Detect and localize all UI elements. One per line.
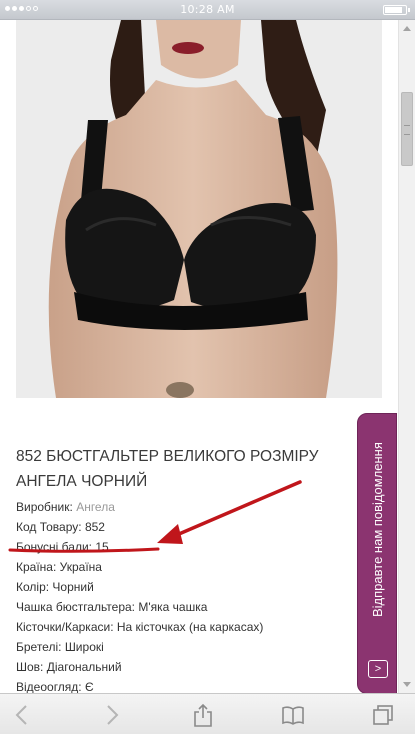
spec-value: Є xyxy=(85,680,94,693)
spec-straps: Бретелі: Широкі xyxy=(16,637,346,657)
product-specs: Виробник: Ангела Код Товару: 852 Бонусні… xyxy=(16,497,346,693)
spec-value: 852 xyxy=(84,520,105,534)
spec-country: Країна: Україна xyxy=(16,557,346,577)
spec-video-review: Відеоогляд: Є xyxy=(16,677,346,693)
vertical-scrollbar[interactable] xyxy=(398,20,415,693)
share-icon[interactable] xyxy=(191,703,215,727)
spec-value: М'яка чашка xyxy=(138,600,208,614)
chevron-right-icon[interactable]: > xyxy=(368,660,388,678)
tabs-icon[interactable] xyxy=(371,703,395,727)
spec-value: Діагональний xyxy=(46,660,122,674)
spec-label: Бретелі: xyxy=(16,640,62,654)
status-bar: 10:28 AM xyxy=(0,0,415,20)
product-photo xyxy=(16,20,382,398)
page-content[interactable]: 852 БЮСТГАЛЬТЕР ВЕЛИКОГО РОЗМІРУ АНГЕЛА … xyxy=(0,20,398,693)
spec-label: Колір: xyxy=(16,580,50,594)
spec-label: Кісточки/Каркаси: xyxy=(16,620,114,634)
spec-value: Україна xyxy=(59,560,102,574)
spec-label: Бонусні бали: xyxy=(16,540,92,554)
back-arrow-icon[interactable] xyxy=(10,703,34,727)
scroll-down-arrow-icon[interactable] xyxy=(403,682,411,687)
product-image[interactable] xyxy=(16,20,382,398)
spec-value: Широкі xyxy=(64,640,104,654)
browser-toolbar xyxy=(0,693,415,734)
spec-label: Відеоогляд: xyxy=(16,680,82,693)
manufacturer-link[interactable]: Ангела xyxy=(76,500,115,514)
spec-label: Код Товару: xyxy=(16,520,82,534)
spec-underwire: Кісточки/Каркаси: На кісточках (на карка… xyxy=(16,617,346,637)
spec-value: 15 xyxy=(95,540,109,554)
forward-arrow-icon[interactable] xyxy=(100,703,124,727)
feedback-label: Відправте нам повідомлення xyxy=(370,442,385,618)
spec-label: Країна: xyxy=(16,560,57,574)
scroll-up-arrow-icon[interactable] xyxy=(403,26,411,31)
spec-product-code: Код Товару: 852 xyxy=(16,517,346,537)
status-time: 10:28 AM xyxy=(180,3,235,16)
spec-seam: Шов: Діагональний xyxy=(16,657,346,677)
battery-icon xyxy=(383,5,410,15)
spec-label: Виробник: xyxy=(16,500,73,514)
spec-value: Чорний xyxy=(52,580,94,594)
spec-manufacturer: Виробник: Ангела xyxy=(16,497,346,517)
scroll-thumb[interactable] xyxy=(401,92,413,166)
book-icon[interactable] xyxy=(281,703,305,727)
spec-label: Чашка бюстгальтера: xyxy=(16,600,136,614)
spec-bonus-points: Бонусні бали: 15 xyxy=(16,537,346,557)
feedback-tab[interactable]: Відправте нам повідомлення > xyxy=(357,413,397,693)
spec-cup: Чашка бюстгальтера: М'яка чашка xyxy=(16,597,346,617)
spec-value: На кісточках (на каркасах) xyxy=(116,620,264,634)
product-title: 852 БЮСТГАЛЬТЕР ВЕЛИКОГО РОЗМІРУ АНГЕЛА … xyxy=(16,448,319,490)
spec-label: Шов: xyxy=(16,660,44,674)
spec-color: Колір: Чорний xyxy=(16,577,346,597)
